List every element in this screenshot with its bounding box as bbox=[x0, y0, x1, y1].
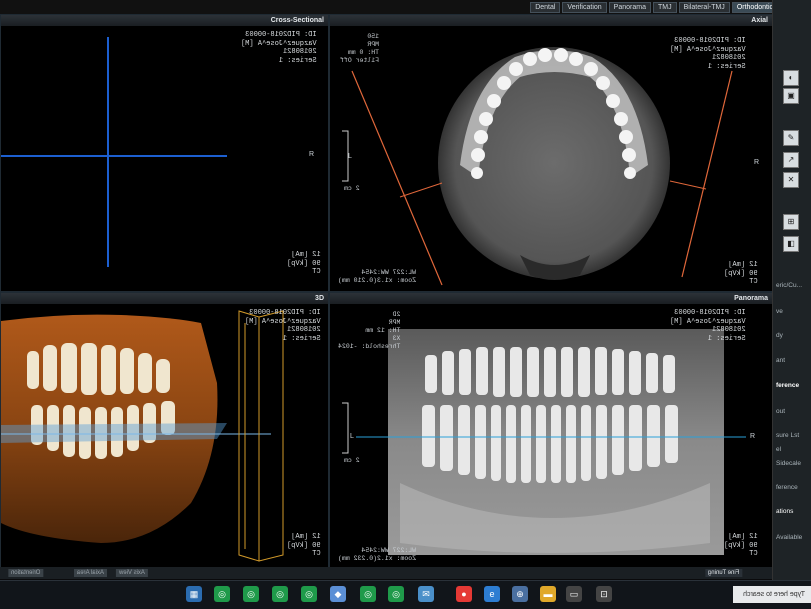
scale-label: 2 cm bbox=[344, 185, 360, 192]
patient-info: ID: PID2018-00003 Vazquez^Jose^A [M] 201… bbox=[245, 309, 321, 343]
panel-item[interactable]: sure Lst bbox=[776, 432, 799, 439]
tool-icon[interactable]: ✕ bbox=[783, 172, 799, 188]
tool-icon[interactable]: ▣ bbox=[783, 88, 799, 104]
panorama-viewport[interactable]: Panorama 2D MPR TH: 12 mm X3 Threshold: … bbox=[329, 292, 773, 568]
panel-item[interactable]: ference bbox=[776, 484, 798, 491]
cross-sectional-title: Cross-Sectional bbox=[1, 15, 328, 26]
top-toolbar: Dental Verification Panorama TMJ Bilater… bbox=[0, 0, 811, 14]
app-icon[interactable]: ◎ bbox=[214, 586, 230, 602]
tool-icon[interactable]: ⊞ bbox=[783, 214, 799, 230]
panel-item[interactable]: ve bbox=[776, 308, 783, 315]
axial-viewport[interactable]: Axial 150 MPR TH: 0 mm Filter Off ID: PI… bbox=[329, 14, 773, 292]
app-icon[interactable]: ⊡ bbox=[596, 586, 612, 602]
mode-tabs: Dental Verification Panorama TMJ Bilater… bbox=[530, 2, 778, 13]
panel-item[interactable]: Available bbox=[776, 534, 802, 541]
panel-item[interactable]: el bbox=[776, 446, 781, 453]
crosshair-horizontal[interactable] bbox=[1, 155, 227, 157]
orientation-button[interactable]: Orientation bbox=[8, 569, 44, 577]
tool-icon[interactable]: ↗ bbox=[783, 152, 799, 168]
right-orientation-label: R bbox=[750, 433, 756, 440]
fine-tuning-label: Fine Tuning bbox=[705, 569, 743, 577]
panel-item[interactable]: ant bbox=[776, 357, 785, 364]
exposure-info: 12 [mA] 90 [kVp] CT bbox=[724, 261, 758, 286]
exposure-info: 12 [mA] 90 [kVp] CT bbox=[724, 533, 758, 558]
window-level-info: WL:227 WW:2454 Zoom: x1.3(0.210 mm) bbox=[338, 269, 417, 284]
left-orientation-label: L bbox=[350, 433, 354, 440]
app-icon[interactable]: e bbox=[484, 586, 500, 602]
tab-bilateral-tmj[interactable]: Bilateral-TMJ bbox=[678, 2, 730, 13]
search-box[interactable]: Type here to search bbox=[733, 586, 811, 603]
exposure-info: 12 [mA] 90 [kVp] CT bbox=[287, 533, 321, 558]
tool-icon[interactable]: ◧ bbox=[783, 236, 799, 252]
axial-ct-image[interactable] bbox=[330, 15, 772, 291]
window-level-info: WL:227 WW:2454 Zoom: x1.2(0.232 mm) bbox=[338, 547, 417, 562]
app-icon[interactable]: ◎ bbox=[272, 586, 288, 602]
mpr-info: 2D MPR TH: 12 mm X3 Threshold: -1024 bbox=[338, 311, 401, 350]
app-icon[interactable]: ◎ bbox=[388, 586, 404, 602]
right-tool-panel: ◐ ▣ ✎ ↗ ✕ ⊞ ◧ eric/Cu... ve dy ant feren… bbox=[772, 0, 811, 608]
patient-info: ID: PID2018-00003 Vazquez^Jose^A [M] 201… bbox=[241, 31, 317, 65]
patient-info: ID: PID2018-00003 Vazquez^Jose^A [M] 201… bbox=[670, 309, 746, 343]
orientation-label: R bbox=[309, 151, 315, 158]
app-icon[interactable]: ▦ bbox=[186, 586, 202, 602]
panel-item[interactable]: out bbox=[776, 408, 785, 415]
app-icon[interactable]: ◎ bbox=[243, 586, 259, 602]
app-icon[interactable]: ⊕ bbox=[512, 586, 528, 602]
panel-item[interactable]: dy bbox=[776, 332, 783, 339]
tool-icon[interactable]: ✎ bbox=[783, 130, 799, 146]
cross-sectional-viewport[interactable]: Cross-Sectional ID: PID2018-00003 Vazque… bbox=[0, 14, 329, 292]
left-orientation-label: L bbox=[348, 153, 352, 160]
app-icon[interactable]: ◎ bbox=[360, 586, 376, 602]
tab-dental[interactable]: Dental bbox=[530, 2, 561, 13]
exposure-info: 12 [mA] 90 [kVp] CT bbox=[287, 251, 321, 276]
app-icon[interactable]: ◎ bbox=[301, 586, 317, 602]
app-icon[interactable]: ◆ bbox=[330, 586, 346, 602]
panel-item[interactable]: ations bbox=[776, 508, 793, 515]
right-orientation-label: R bbox=[754, 159, 760, 166]
axis-view-button[interactable]: Axis View bbox=[116, 569, 148, 577]
tool-icon[interactable]: ◐ bbox=[783, 70, 799, 86]
app-icon[interactable]: ▬ bbox=[540, 586, 556, 602]
tab-verification[interactable]: Verification bbox=[562, 2, 607, 13]
bottom-status-row: Axis View Axial Area Orientation Fine Tu… bbox=[0, 567, 772, 579]
taskbar: ▦ ◎ ◎ ◎ ◎ ◆ ◎ ◎ ✉ ● e ⊕ ▬ ▭ ⊡ Type here … bbox=[0, 580, 811, 609]
app-icon[interactable]: ✉ bbox=[418, 586, 434, 602]
tab-panorama[interactable]: Panorama bbox=[608, 2, 651, 13]
app-icon[interactable]: ▭ bbox=[566, 586, 582, 602]
crosshair-vertical[interactable] bbox=[107, 37, 109, 267]
panel-item[interactable]: ference bbox=[776, 382, 799, 389]
app-icon[interactable]: ● bbox=[456, 586, 472, 602]
scale-label: 2 cm bbox=[344, 457, 360, 464]
axial-area-button[interactable]: Axial Area bbox=[74, 569, 108, 577]
tab-tmj[interactable]: TMJ bbox=[652, 2, 677, 13]
3d-viewport[interactable]: 3D ID: PID2018-00003 Vazquez^Jose^A [M] … bbox=[0, 292, 329, 568]
panel-item[interactable]: eric/Cu... bbox=[776, 282, 802, 289]
panel-item[interactable]: Sidecale bbox=[776, 460, 801, 467]
